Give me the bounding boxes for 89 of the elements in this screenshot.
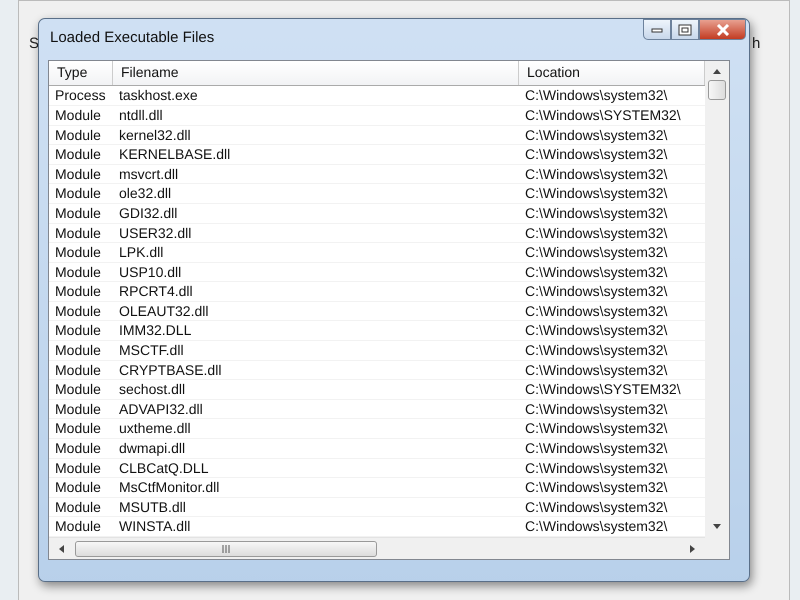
table-cell-text: C:\Windows\system32\: [524, 478, 668, 497]
table-cell-text: OLEAUT32.dll: [118, 302, 210, 320]
table-cell-text: ADVAPI32.dll: [118, 400, 204, 418]
table-cell-text: C:\Windows\system32\: [524, 498, 668, 516]
table-cell-text: C:\Windows\system32\: [524, 262, 668, 282]
vertical-scrollbar[interactable]: [705, 61, 729, 559]
table-cell-text: C:\Windows\SYSTEM32\: [524, 106, 682, 125]
table-cell-text: Module: [54, 439, 102, 458]
table-cell-text: C:\Windows\system32\: [524, 184, 668, 203]
scroll-up-icon: [712, 67, 722, 76]
table-cell-text: C:\Windows\system32\: [524, 439, 668, 458]
table-cell-text: ntdll.dll: [118, 106, 164, 125]
table-cell-text: C:\Windows\system32\: [524, 145, 668, 164]
maximize-button[interactable]: [671, 19, 699, 40]
maximize-icon: [678, 24, 692, 36]
table-cell-text: Module: [54, 224, 102, 242]
table-cell-text: Module: [54, 243, 102, 262]
close-button[interactable]: [699, 19, 746, 40]
table-cell-text: Module: [54, 321, 102, 340]
table-cell-text: Module: [54, 262, 102, 282]
table-cell-text: Module: [54, 302, 102, 320]
table-cell-text: Module: [54, 145, 102, 164]
table-cell-text: kernel32.dll: [118, 126, 192, 144]
table-cell-text: C:\Windows\system32\: [524, 341, 668, 360]
minimize-icon: [651, 26, 663, 32]
table-cell-text: C:\Windows\system32\: [524, 164, 668, 184]
table-cell-text: C:\Windows\system32\: [524, 360, 668, 380]
scroll-right-icon: [687, 544, 697, 554]
scroll-thumb[interactable]: [75, 540, 377, 556]
grip-icon: [221, 544, 231, 552]
table-cell-text: CLBCatQ.DLL: [118, 458, 210, 478]
scroll-left-icon: [57, 544, 67, 554]
table-cell-text: C:\Windows\system32\: [524, 321, 668, 340]
table-cell-text: Module: [54, 341, 102, 360]
table-cell-text: msvcrt.dll: [118, 164, 180, 184]
table-cell-text: IMM32.DLL: [118, 321, 192, 340]
table-cell-text: C:\Windows\system32\: [524, 86, 668, 105]
table-cell-text: CRYPTBASE.dll: [118, 360, 222, 380]
column-header[interactable]: Type: [49, 61, 113, 86]
table-cell-text: GDI32.dll: [118, 204, 178, 222]
table-cell-text: Module: [54, 458, 102, 478]
table-cell-text: LPK.dll: [118, 243, 164, 262]
table-cell-text: ole32.dll: [118, 184, 172, 203]
table-cell-text: WINSTA.dll: [118, 517, 192, 536]
table-cell-text: C:\Windows\system32\: [524, 419, 668, 438]
window-label: h: [752, 35, 760, 52]
table-cell-text: Module: [54, 478, 102, 497]
table-cell-text: Process: [54, 86, 107, 105]
table-cell-text: Module: [54, 517, 102, 536]
table-cell-text: C:\Windows\system32\: [524, 126, 668, 144]
table-cell-text: Module: [54, 400, 102, 418]
column-header[interactable]: Filename: [113, 61, 519, 86]
table-cell-text: MSUTB.dll: [118, 498, 187, 516]
window-title: Loaded Executable Files: [50, 29, 214, 46]
table-cell-text: C:\Windows\SYSTEM32\: [524, 380, 682, 399]
table-cell-text: Module: [54, 419, 102, 438]
scroll-down-icon: [712, 523, 722, 531]
table-cell-text: C:\Windows\system32\: [524, 282, 668, 301]
table-cell-text: C:\Windows\system32\: [524, 302, 668, 320]
table-cell-text: Module: [54, 164, 102, 184]
table-cell-text: MsCtfMonitor.dll: [118, 478, 220, 497]
table-cell-text: C:\Windows\system32\: [524, 224, 668, 242]
table-cell-text: Module: [54, 204, 102, 222]
close-icon: [716, 24, 730, 36]
table-cell-text: dwmapi.dll: [118, 439, 186, 458]
table-cell-text: C:\Windows\system32\: [524, 400, 668, 418]
table-cell-text: C:\Windows\system32\: [524, 458, 668, 478]
table-cell-text: RPCRT4.dll: [118, 282, 194, 301]
table-cell-text: Module: [54, 282, 102, 301]
horizontal-scrollbar[interactable]: [49, 537, 705, 559]
table-cell-text: Module: [54, 360, 102, 380]
table-cell-text: KERNELBASE.dll: [118, 145, 232, 164]
table-cell-text: MSCTF.dll: [118, 341, 185, 360]
table-cell-text: C:\Windows\system32\: [524, 243, 668, 262]
table-cell-text: USP10.dll: [118, 262, 182, 282]
scroll-thumb[interactable]: [708, 80, 726, 100]
table-cell-text: Module: [54, 106, 102, 125]
table-cell-text: sechost.dll: [118, 380, 186, 399]
table-cell-text: uxtheme.dll: [118, 419, 192, 438]
table-cell-text: C:\Windows\system32\: [524, 517, 668, 536]
table-cell-text: C:\Windows\system32\: [524, 204, 668, 222]
table-cell-text: Module: [54, 498, 102, 516]
window-label: S: [29, 35, 40, 52]
table-cell-text: Module: [54, 184, 102, 203]
minimize-button[interactable]: [643, 19, 671, 40]
table-cell-text: USER32.dll: [118, 224, 192, 242]
table-cell-text: Module: [54, 126, 102, 144]
table-cell-text: taskhost.exe: [118, 86, 199, 105]
table-cell-text: Module: [54, 380, 102, 399]
